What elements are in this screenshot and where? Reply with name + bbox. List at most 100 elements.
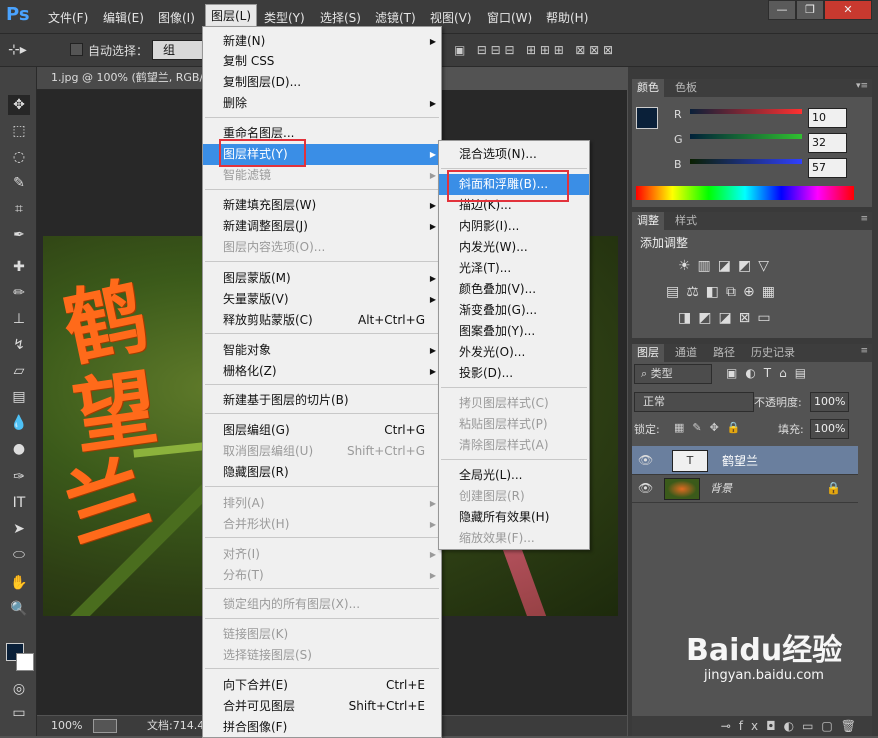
- layers-footer-icons[interactable]: ⊸fx◘◐▭▢🗑: [632, 716, 872, 736]
- opacity-field[interactable]: 100%: [810, 392, 849, 412]
- menu-item-gradient-overlay[interactable]: 渐变叠加(G)...: [439, 300, 589, 321]
- menu-item-layer-mask[interactable]: 图层蒙版(M) ▶: [203, 268, 441, 289]
- menu-item-delete[interactable]: 删除 ▶: [203, 93, 441, 114]
- tab-layers[interactable]: 图层: [632, 344, 664, 362]
- status-icon[interactable]: [93, 719, 117, 733]
- adjustment-icons-row-2[interactable]: ▤⚖◧⧉⊕▦: [666, 284, 782, 300]
- dodge-tool-icon[interactable]: ●: [8, 439, 30, 459]
- background-color-swatch[interactable]: [16, 653, 34, 671]
- restore-button[interactable]: ❐: [796, 0, 824, 20]
- tab-channels[interactable]: 通道: [670, 344, 702, 362]
- visibility-eye-icon[interactable]: 👁: [638, 481, 653, 495]
- green-slider[interactable]: [690, 134, 802, 139]
- menu-item-merge-down[interactable]: 向下合并(E) Ctrl+E: [203, 675, 441, 696]
- eraser-tool-icon[interactable]: ▱: [8, 361, 30, 381]
- menu-item-new-layer-slice[interactable]: 新建基于图层的切片(B): [203, 390, 441, 411]
- stamp-tool-icon[interactable]: ⊥: [8, 309, 30, 329]
- menu-item-align[interactable]: 对齐(I) ▶: [203, 544, 441, 565]
- menu-item-vector-mask[interactable]: 矢量蒙版(V) ▶: [203, 289, 441, 310]
- menu-help[interactable]: 帮助(H): [546, 9, 588, 26]
- menu-item-global-light[interactable]: 全局光(L)...: [439, 465, 589, 486]
- menu-item-combine-shapes[interactable]: 合并形状(H) ▶: [203, 514, 441, 535]
- menu-item-color-overlay[interactable]: 颜色叠加(V)...: [439, 279, 589, 300]
- tab-swatches[interactable]: 色板: [670, 79, 702, 97]
- menu-item-merge-visible[interactable]: 合并可见图层 Shift+Ctrl+E: [203, 696, 441, 717]
- path-select-tool-icon[interactable]: ➤: [8, 519, 30, 539]
- menu-item-distribute[interactable]: 分布(T) ▶: [203, 565, 441, 586]
- menu-edit[interactable]: 编辑(E): [103, 9, 144, 26]
- eyedropper-tool-icon[interactable]: ✒: [8, 225, 30, 245]
- red-value-field[interactable]: 10: [808, 108, 847, 128]
- zoom-tool-icon[interactable]: 🔍: [8, 599, 30, 619]
- move-tool-icon[interactable]: ✥: [8, 95, 30, 115]
- adjustment-icons-row-1[interactable]: ☀▥◪◩▽: [678, 258, 776, 274]
- hand-tool-icon[interactable]: ✋: [8, 573, 30, 593]
- menu-item-smart-filter[interactable]: 智能滤镜 ▶: [203, 165, 441, 186]
- tab-color[interactable]: 颜色: [632, 79, 664, 97]
- quick-select-tool-icon[interactable]: ✎: [8, 173, 30, 193]
- menu-item-pattern-overlay[interactable]: 图案叠加(Y)...: [439, 321, 589, 342]
- marquee-tool-icon[interactable]: ⬚: [8, 121, 30, 141]
- menu-item-satin[interactable]: 光泽(T)...: [439, 258, 589, 279]
- menu-item-clear-layer-style[interactable]: 清除图层样式(A): [439, 435, 589, 456]
- menu-file[interactable]: 文件(F): [48, 9, 88, 26]
- document-tab[interactable]: 1.jpg @ 100% (鹤望兰, RGB/: [37, 67, 221, 90]
- menu-type[interactable]: 类型(Y): [264, 9, 305, 26]
- layer-name[interactable]: 背景: [710, 480, 732, 496]
- layer-row-text[interactable]: 👁 T 鹤望兰: [632, 446, 858, 475]
- menu-item-drop-shadow[interactable]: 投影(D)...: [439, 363, 589, 384]
- menu-filter[interactable]: 滤镜(T): [375, 9, 416, 26]
- menu-item-paste-layer-style[interactable]: 粘贴图层样式(P): [439, 414, 589, 435]
- menu-item-hide-layers[interactable]: 隐藏图层(R): [203, 462, 441, 483]
- lock-icons[interactable]: ▦✎✥🔒: [674, 421, 749, 434]
- layer-filter-dropdown[interactable]: ⌕ 类型: [634, 364, 712, 384]
- align-icons[interactable]: ▣ ⊟ ⊟ ⊟ ⊞ ⊞ ⊞ ⊠ ⊠ ⊠: [454, 43, 613, 57]
- menu-item-inner-glow[interactable]: 内发光(W)...: [439, 237, 589, 258]
- green-value-field[interactable]: 32: [808, 133, 847, 153]
- type-tool-icon[interactable]: IT: [8, 493, 30, 513]
- pen-tool-icon[interactable]: ✑: [8, 467, 30, 487]
- foreground-color-swatch[interactable]: [636, 107, 658, 129]
- color-spectrum-bar[interactable]: [636, 186, 854, 200]
- close-button[interactable]: ✕: [824, 0, 872, 20]
- blue-slider[interactable]: [690, 159, 802, 164]
- red-slider[interactable]: [690, 109, 802, 114]
- menu-item-layer-content-options[interactable]: 图层内容选项(O)...: [203, 237, 441, 258]
- visibility-eye-icon[interactable]: 👁: [638, 453, 653, 467]
- menu-item-group-layers[interactable]: 图层编组(G) Ctrl+G: [203, 420, 441, 441]
- menu-window[interactable]: 窗口(W): [487, 9, 532, 26]
- menu-item-hide-all-effects[interactable]: 隐藏所有效果(H): [439, 507, 589, 528]
- blue-value-field[interactable]: 57: [808, 158, 847, 178]
- tab-history[interactable]: 历史记录: [746, 344, 800, 362]
- menu-item-flatten-image[interactable]: 拼合图像(F): [203, 717, 441, 738]
- tab-styles[interactable]: 样式: [670, 212, 702, 230]
- menu-item-scale-effects[interactable]: 缩放效果(F)...: [439, 528, 589, 549]
- brush-tool-icon[interactable]: ✏: [8, 283, 30, 303]
- blur-tool-icon[interactable]: 💧: [8, 413, 30, 433]
- gradient-tool-icon[interactable]: ▤: [8, 387, 30, 407]
- menu-item-new[interactable]: 新建(N) ▶: [203, 31, 441, 52]
- menu-item-blending-options[interactable]: 混合选项(N)...: [439, 144, 589, 165]
- menu-item-copy-css[interactable]: 复制 CSS: [203, 51, 441, 72]
- menu-layer[interactable]: 图层(L): [205, 4, 258, 27]
- menu-select[interactable]: 选择(S): [320, 9, 361, 26]
- adjustment-icons-row-3[interactable]: ◨◩◪⊠▭: [678, 310, 778, 326]
- menu-image[interactable]: 图像(I): [158, 9, 195, 26]
- menu-item-duplicate-layer[interactable]: 复制图层(D)...: [203, 72, 441, 93]
- menu-item-ungroup-layers[interactable]: 取消图层编组(U) Shift+Ctrl+G: [203, 441, 441, 462]
- menu-item-rasterize[interactable]: 栅格化(Z) ▶: [203, 361, 441, 382]
- blend-mode-dropdown[interactable]: 正常: [634, 392, 754, 412]
- auto-select-checkbox[interactable]: [70, 43, 83, 56]
- zoom-level[interactable]: 100%: [51, 716, 82, 736]
- layer-name[interactable]: 鹤望兰: [722, 452, 758, 469]
- menu-item-link-layers[interactable]: 链接图层(K): [203, 624, 441, 645]
- tab-adjustments[interactable]: 调整: [632, 212, 664, 230]
- menu-item-outer-glow[interactable]: 外发光(O)...: [439, 342, 589, 363]
- menu-item-release-clipping-mask[interactable]: 释放剪贴蒙版(C) Alt+Ctrl+G: [203, 310, 441, 331]
- menu-item-create-layers[interactable]: 创建图层(R): [439, 486, 589, 507]
- tab-paths[interactable]: 路径: [708, 344, 740, 362]
- menu-item-new-adjustment-layer[interactable]: 新建调整图层(J) ▶: [203, 216, 441, 237]
- panel-menu-icon[interactable]: ≡: [860, 346, 868, 356]
- panel-menu-icon[interactable]: ≡: [860, 214, 868, 224]
- menu-item-arrange[interactable]: 排列(A) ▶: [203, 493, 441, 514]
